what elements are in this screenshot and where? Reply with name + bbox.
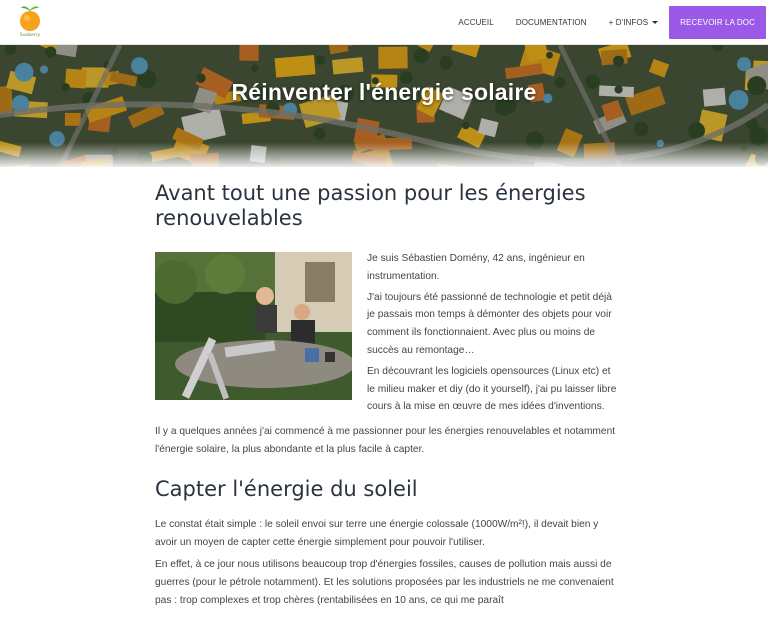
section-heading-capter: Capter l'énergie du soleil (155, 476, 418, 501)
brand-name: Sunberry (19, 33, 41, 38)
two-men-at-table-with-solar-equipment (155, 252, 352, 400)
founder-photo (155, 252, 352, 400)
hero-banner: Réinventer l'énergie solaire (0, 45, 768, 167)
brand-logo[interactable]: Sunberry (17, 4, 43, 40)
orange-fruit-logo-icon (20, 6, 40, 31)
renewables-paragraph: Il y a quelques années j'ai commencé à m… (155, 426, 616, 455)
caret-down-icon (652, 21, 659, 24)
nav-documentation[interactable]: DOCUMENTATION (505, 0, 598, 45)
nav-infos-dropdown[interactable]: + D'INFOS (598, 0, 670, 45)
navbar: Sunberry ACCUEIL DOCUMENTATION + D'INFOS… (0, 0, 768, 45)
recevoir-la-doc-button[interactable]: RECEVOIR LA DOC (669, 6, 766, 39)
nav-accueil[interactable]: ACCUEIL (447, 0, 504, 45)
intro-block: Je suis Sébastien Domény, 42 ans, ingéni… (155, 250, 620, 416)
capter-paragraph: Le constat était simple : le soleil envo… (155, 518, 599, 548)
main-nav: ACCUEIL DOCUMENTATION + D'INFOS RECEVOIR… (447, 0, 768, 45)
section-heading-passion: Avant tout une passion pour les énergies… (155, 181, 586, 230)
hero-title: Réinventer l'énergie solaire (231, 79, 537, 105)
nav-infos-label: + D'INFOS (608, 18, 649, 27)
aerial-view-of-solar-rooftops (0, 45, 768, 167)
main-content: Avant tout une passion pour les énergies… (155, 167, 620, 610)
capter-block: Le constat était simple : le soleil envo… (155, 516, 620, 610)
capter-paragraph: En effet, à ce jour nous utilisons beauc… (155, 559, 614, 606)
